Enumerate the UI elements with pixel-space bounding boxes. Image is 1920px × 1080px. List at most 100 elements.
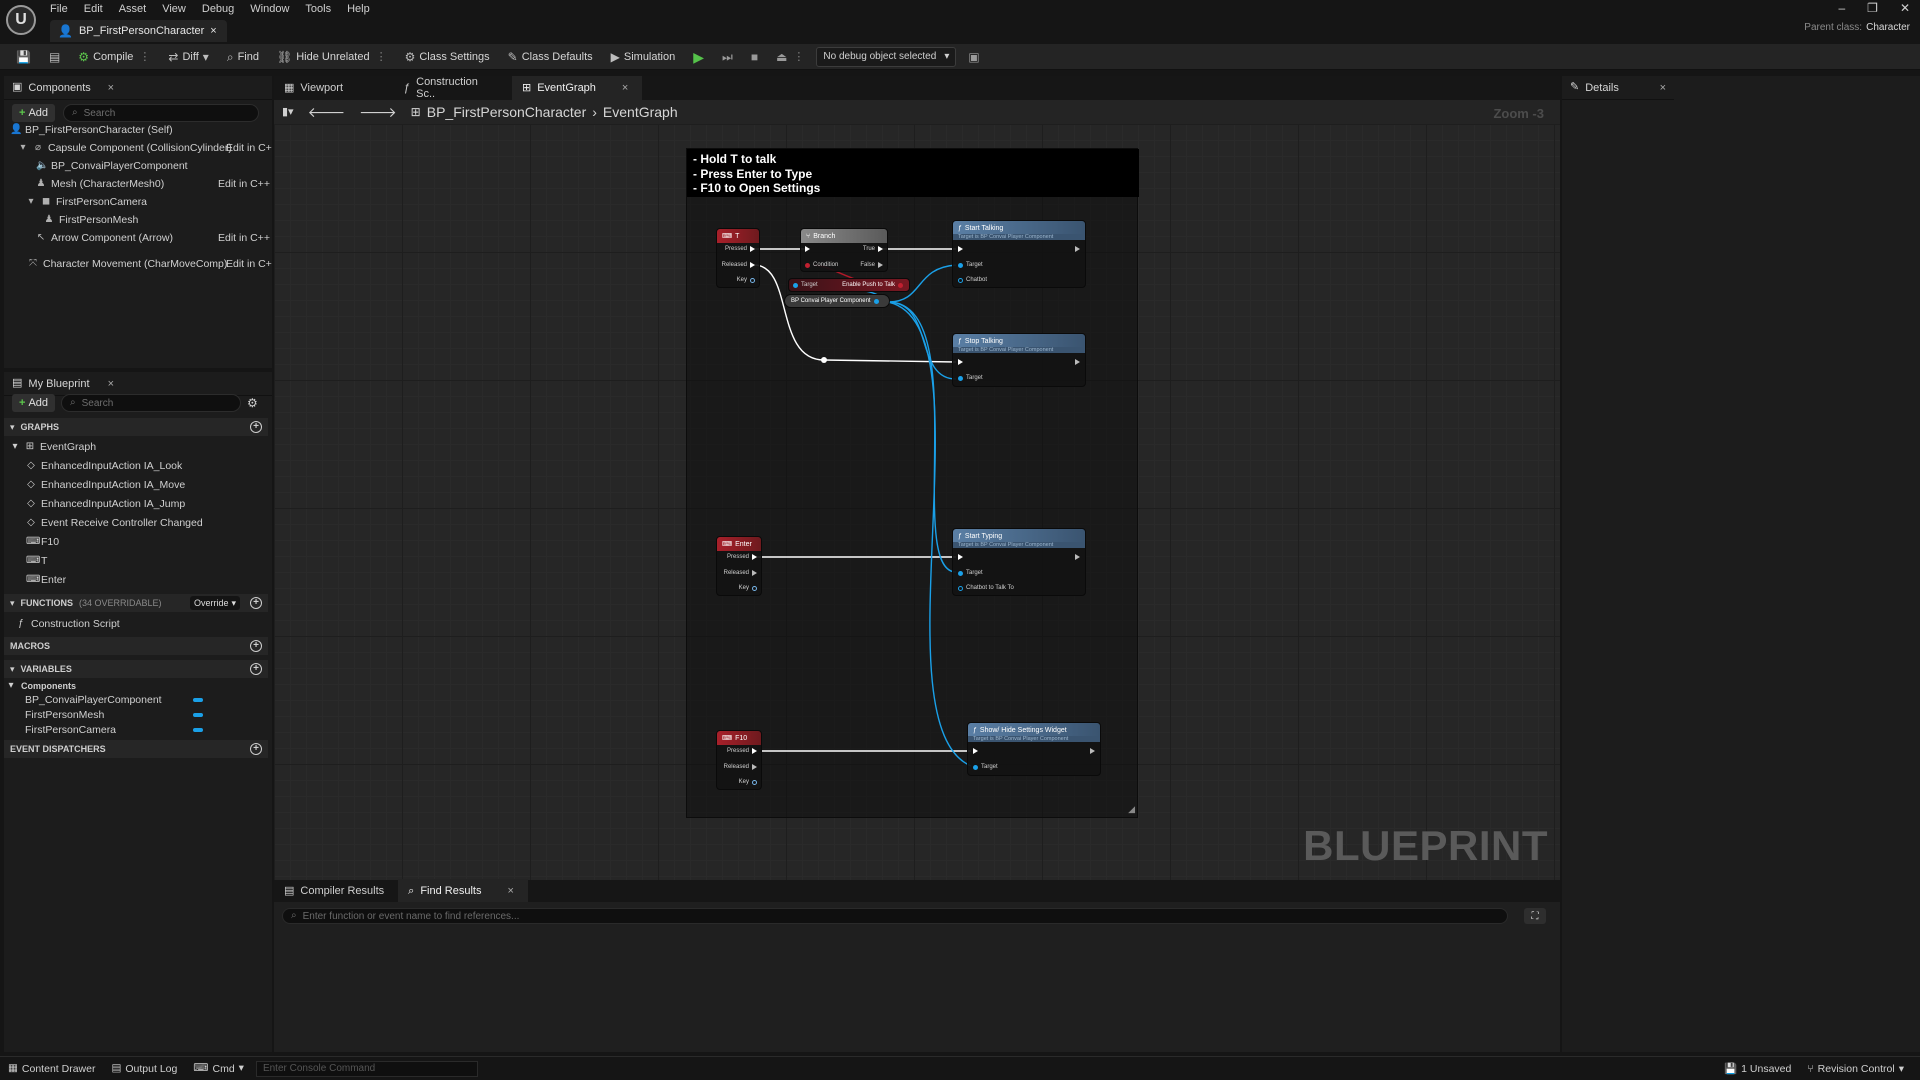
node-branch[interactable]: ⑂ Branch Condition True False (800, 228, 888, 272)
unsaved-button[interactable]: 💾 1 Unsaved (1716, 1057, 1799, 1080)
graphs-section-header[interactable]: ▾ GRAPHS + (4, 418, 268, 436)
component-row-fpmesh[interactable]: ♟ FirstPersonMesh (44, 212, 139, 228)
gear-icon[interactable]: ⚙ (247, 397, 258, 409)
class-defaults-button[interactable]: ✎ Class Defaults (502, 46, 599, 68)
function-item-construction-script[interactable]: ƒ Construction Script (16, 616, 119, 632)
back-arrow-icon[interactable]: 🡐 (308, 105, 346, 119)
document-tab[interactable]: 👤 BP_FirstPersonCharacter × (50, 20, 227, 42)
graph-item-eventgraph[interactable]: ▾ ⊞ EventGraph (10, 439, 96, 455)
save-button[interactable]: 💾 (10, 46, 37, 68)
output-log-button[interactable]: ▤ Output Log (103, 1057, 185, 1080)
forward-arrow-icon[interactable]: 🡒 (359, 105, 397, 119)
component-row-convai[interactable]: 🔈 BP_ConvaiPlayerComponent (36, 158, 188, 174)
graph-canvas[interactable]: - Hold T to talk - Press Enter to Type -… (274, 124, 1560, 880)
my-blueprint-tab[interactable]: ▤ My Blueprint × (4, 372, 272, 396)
more-options-icon[interactable]: ⋮ (376, 50, 387, 63)
pin-target[interactable]: Target (958, 375, 983, 381)
pin-exec-in[interactable] (958, 554, 963, 560)
close-icon[interactable]: × (507, 885, 513, 897)
close-icon[interactable]: × (1660, 82, 1666, 94)
pin-exec-out[interactable] (1075, 554, 1080, 560)
edit-in-cpp-link[interactable]: Edit in C+ (226, 258, 272, 270)
eject-button[interactable]: ⏏ ⋮ (770, 46, 810, 68)
pin-key[interactable]: Key (739, 585, 757, 591)
close-icon[interactable]: × (108, 82, 114, 94)
breadcrumb-root[interactable]: BP_FirstPersonCharacter (427, 104, 587, 120)
functions-section-header[interactable]: ▾ FUNCTIONS (34 OVERRIDABLE) Override ▾ + (4, 594, 268, 612)
pin-chatbot[interactable]: Chatbot to Talk To (958, 585, 1014, 591)
node-key-f10[interactable]: ⌨ F10 Pressed Released Key (716, 730, 762, 790)
menu-view[interactable]: View (162, 1, 186, 17)
pin-released[interactable]: Released (724, 570, 757, 576)
menu-file[interactable]: File (50, 1, 68, 17)
pin-exec-out[interactable] (1075, 246, 1080, 252)
components-search-input[interactable]: ⌕ Search (63, 104, 260, 122)
pin-pressed[interactable]: Pressed (727, 748, 757, 754)
close-window-icon[interactable]: ✕ (1900, 0, 1910, 16)
component-row-self[interactable]: 👤 BP_FirstPersonCharacter (Self) (10, 122, 173, 138)
node-show-hide-settings[interactable]: ƒ Show/ Hide Settings Widget Target is BP… (967, 722, 1101, 776)
component-row-arrow[interactable]: ↖ Arrow Component (Arrow) Edit in C++ (36, 230, 272, 246)
node-key-t[interactable]: ⌨ T Pressed Released Key (716, 228, 760, 288)
component-row-mesh[interactable]: ♟ Mesh (CharacterMesh0) Edit in C++ (36, 176, 272, 192)
tab-construction-script[interactable]: ƒ Construction Sc.. (394, 76, 512, 100)
tab-eventgraph[interactable]: ⊞ EventGraph × (512, 76, 643, 100)
parent-class-value[interactable]: Character (1866, 22, 1910, 33)
cmd-dropdown[interactable]: ⌨ Cmd ▾ (185, 1057, 252, 1080)
macros-section-header[interactable]: MACROS + (4, 637, 268, 655)
find-button[interactable]: ⌕ Find (221, 46, 265, 68)
pin-exec-out[interactable] (1075, 359, 1080, 365)
revision-control-button[interactable]: ⑂ Revision Control ▾ (1799, 1057, 1912, 1080)
details-tab[interactable]: ✎ Details × (1562, 76, 1674, 100)
compile-button[interactable]: ⚙ Compile ⋮ (72, 46, 156, 68)
content-drawer-button[interactable]: ▦ Content Drawer (0, 1057, 103, 1080)
debug-object-select[interactable]: No debug object selected ▾ (816, 46, 957, 67)
add-circle-icon[interactable]: + (250, 743, 262, 755)
pin-false[interactable]: False (860, 262, 883, 268)
diff-button[interactable]: ⇄ Diff ▾ (162, 46, 214, 68)
component-row-capsule[interactable]: ▾ ⌀ Capsule Component (CollisionCylinder) E… (18, 140, 272, 156)
unreal-logo-icon[interactable]: U (6, 5, 36, 35)
node-stop-talking[interactable]: ƒ Stop Talking Target is BP Convai Player… (952, 333, 1086, 387)
edit-in-cpp-link[interactable]: Edit in C++ (218, 178, 270, 190)
simulation-button[interactable]: ▶ Simulation (605, 46, 682, 68)
menu-window[interactable]: Window (250, 1, 289, 17)
graph-item-f10[interactable]: ⌨ F10 (26, 534, 59, 550)
graph-item-t[interactable]: ⌨ T (26, 553, 47, 569)
menu-tools[interactable]: Tools (305, 1, 331, 17)
node-start-talking[interactable]: ƒ Start Talking Target is BP Convai Playe… (952, 220, 1086, 288)
close-icon[interactable]: × (210, 25, 216, 37)
my-blueprint-search-input[interactable]: ⌕ Search (61, 394, 242, 412)
graph-item-controller-changed[interactable]: ◇ Event Receive Controller Changed (26, 515, 203, 531)
component-row-movement[interactable]: ⤧ Character Movement (CharMoveComp) Edit i… (28, 256, 272, 272)
pin-pressed[interactable]: Pressed (727, 554, 757, 560)
override-dropdown[interactable]: Override ▾ (190, 596, 240, 610)
add-circle-icon[interactable]: + (250, 663, 262, 675)
event-dispatchers-section-header[interactable]: EVENT DISPATCHERS + (4, 740, 268, 758)
console-input[interactable]: Enter Console Command (255, 1060, 478, 1077)
restore-icon[interactable]: ❐ (1867, 0, 1878, 16)
close-icon[interactable]: × (622, 82, 628, 94)
hide-unrelated-button[interactable]: ⛓ Hide Unrelated ⋮ (271, 46, 393, 68)
pin-exec-in[interactable] (973, 748, 978, 754)
component-row-camera[interactable]: ▾ ◼ FirstPersonCamera (26, 194, 147, 210)
find-references-input[interactable]: ⌕ Enter function or event name to find r… (282, 908, 1508, 924)
pin-exec-in[interactable] (958, 359, 963, 365)
node-convai-component-ref[interactable]: BP Convai Player Component (784, 294, 890, 308)
graph-item-ia-move[interactable]: ◇ EnhancedInputAction IA_Move (26, 477, 185, 493)
pin-chatbot[interactable]: Chatbot (958, 277, 987, 283)
bookmark-icon[interactable]: ▮▾ (282, 106, 294, 118)
find-in-all-blueprints-button[interactable]: ⛶ (1524, 908, 1546, 924)
tab-compiler-results[interactable]: ▤ Compiler Results (274, 879, 398, 903)
variable-item-convai[interactable]: BP_ConvaiPlayerComponent (25, 692, 215, 708)
variable-item-fpmesh[interactable]: FirstPersonMesh (25, 707, 215, 723)
components-tab[interactable]: ▣ Components × (4, 76, 272, 100)
pin-exec-in[interactable] (958, 246, 963, 252)
pin-released[interactable]: Released (724, 764, 757, 770)
pin-output[interactable]: BP Convai Player Component (791, 298, 879, 304)
graph-item-ia-jump[interactable]: ◇ EnhancedInputAction IA_Jump (26, 496, 185, 512)
more-options-icon[interactable]: ⋮ (139, 50, 150, 63)
pin-target[interactable]: Target (958, 570, 983, 576)
class-settings-button[interactable]: ⚙ Class Settings (399, 46, 496, 68)
graph-item-ia-look[interactable]: ◇ EnhancedInputAction IA_Look (26, 458, 182, 474)
